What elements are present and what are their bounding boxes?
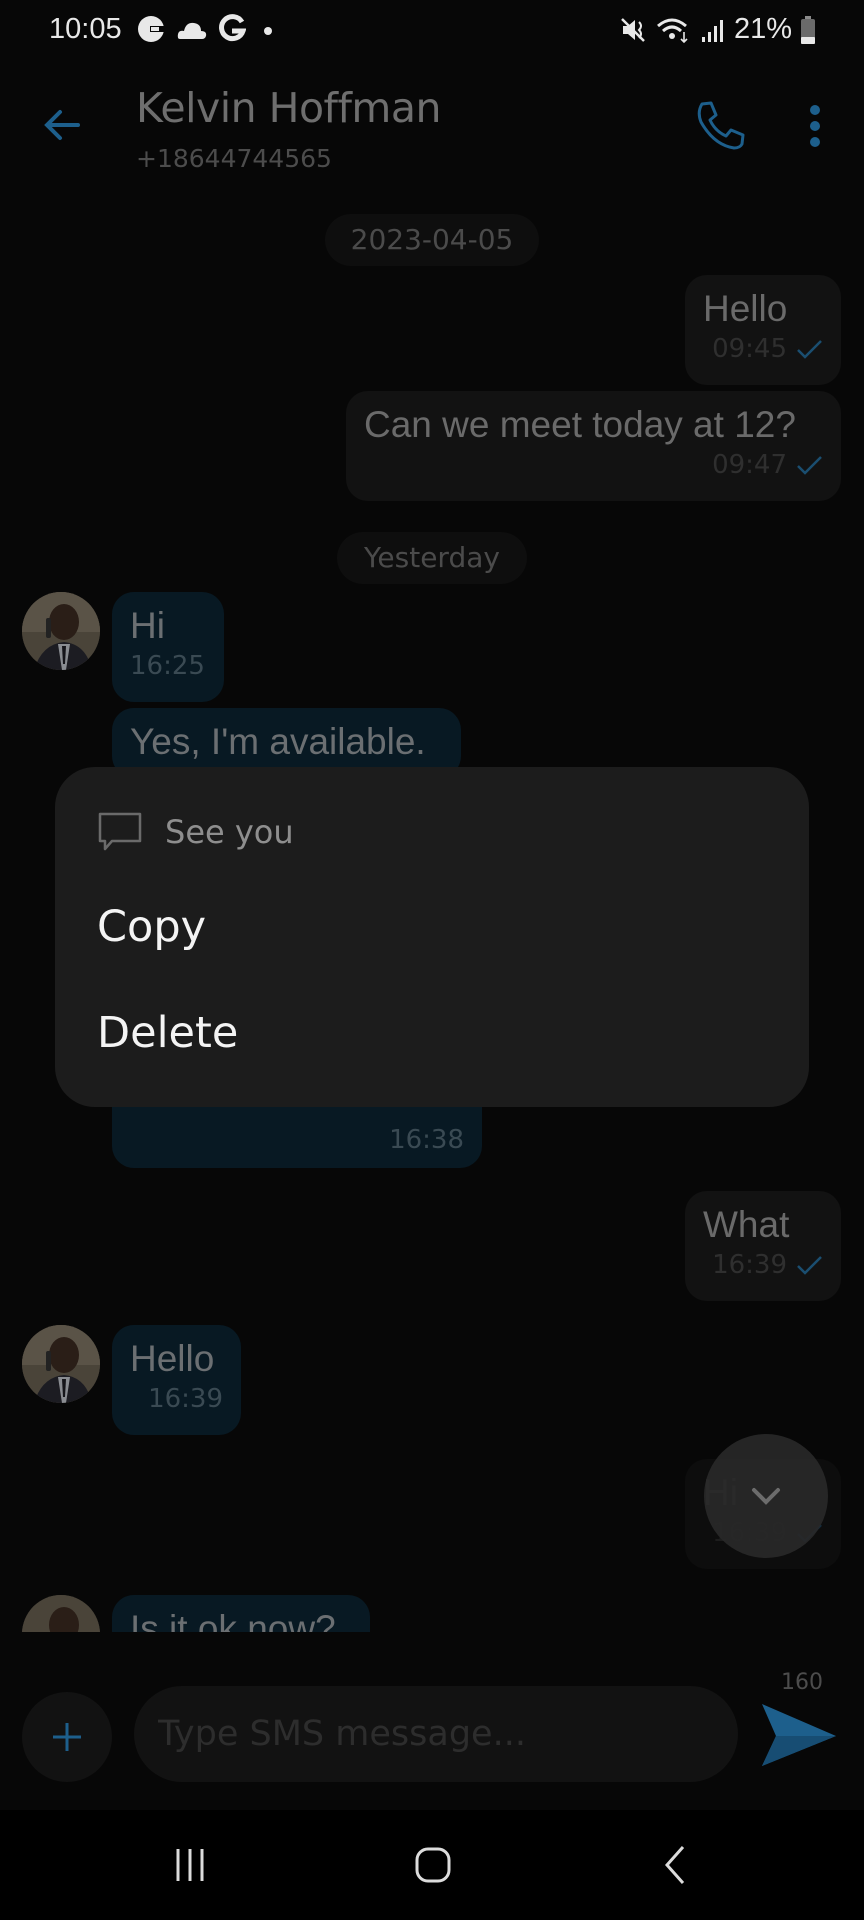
- context-menu-preview-text: See you: [165, 813, 294, 851]
- recent-apps-button[interactable]: [160, 1840, 220, 1890]
- message-bubble-incoming[interactable]: Hello 16:39: [112, 1325, 241, 1435]
- chevron-down-icon: [752, 1488, 780, 1505]
- more-vertical-icon: [810, 105, 820, 147]
- message-time: 09:45: [712, 334, 787, 364]
- partially-visible-message: Is it ok now?: [0, 1590, 864, 1632]
- home-button[interactable]: [403, 1840, 463, 1890]
- message-composer: 160: [0, 1632, 864, 1810]
- call-button[interactable]: [692, 98, 748, 154]
- scroll-to-bottom-button[interactable]: [704, 1434, 828, 1558]
- avatar-photo: [22, 1325, 100, 1403]
- mute-icon: [621, 17, 645, 42]
- message-text: Is it ok now?: [130, 1608, 336, 1632]
- context-menu-preview: See you: [97, 811, 294, 853]
- message-context-menu: See you Copy Delete: [55, 767, 809, 1107]
- contact-name: Kelvin Hoffman: [136, 84, 441, 132]
- message-bubble-incoming[interactable]: Hi 16:25: [112, 592, 224, 702]
- message-bubble-outgoing[interactable]: Can we meet today at 12? 09:47: [346, 391, 841, 501]
- google-g-icon: [219, 14, 246, 42]
- battery-percent: 21%: [733, 13, 792, 45]
- message-text: Hi: [130, 605, 165, 646]
- message-input[interactable]: [134, 1686, 738, 1782]
- menu-item-copy[interactable]: Copy: [97, 902, 206, 952]
- recent-apps-icon: [176, 1849, 204, 1881]
- status-right: 21%: [620, 13, 816, 46]
- battery-icon: [801, 15, 815, 44]
- date-chip: 2023-04-05: [325, 214, 539, 266]
- status-bar: 10:05 21%: [0, 0, 864, 62]
- more-options-button[interactable]: [800, 98, 830, 154]
- add-attachment-button[interactable]: [22, 1692, 112, 1782]
- date-chip: Yesterday: [337, 532, 527, 584]
- menu-item-delete[interactable]: Delete: [97, 1008, 238, 1058]
- home-icon: [415, 1847, 451, 1883]
- plus-icon: [53, 1723, 81, 1751]
- message-bubble-outgoing[interactable]: Hello 09:45: [685, 275, 841, 385]
- message-time: 16:25: [130, 651, 205, 681]
- contact-avatar[interactable]: [22, 592, 100, 670]
- message-bubble-incoming[interactable]: Is it ok now?: [112, 1595, 370, 1632]
- contact-phone: +18644744565: [136, 144, 332, 173]
- back-button[interactable]: [38, 100, 88, 150]
- send-icon: [762, 1704, 836, 1766]
- phone-icon: [697, 101, 745, 150]
- check-icon: [797, 1256, 822, 1275]
- message-text: Hello: [130, 1338, 215, 1379]
- message-bubble-outgoing[interactable]: What 16:39: [685, 1191, 841, 1301]
- google-icon: [138, 16, 164, 42]
- message-text: Hello: [703, 288, 788, 329]
- message-time: 09:47: [712, 450, 787, 480]
- status-time: 10:05: [49, 13, 122, 45]
- chevron-left-icon: [664, 1846, 685, 1884]
- message-text: What: [703, 1204, 790, 1245]
- check-icon: [797, 340, 822, 359]
- check-icon: [797, 456, 822, 475]
- message-time: 16:39: [712, 1250, 787, 1280]
- notification-icons: [136, 14, 276, 44]
- signal-icon: [701, 19, 723, 42]
- wifi-icon: [656, 18, 688, 43]
- cloud-icon: [177, 22, 207, 39]
- dot-icon: [264, 27, 272, 35]
- message-time: 16:39: [148, 1384, 223, 1414]
- message-bubble-icon: [98, 812, 142, 851]
- message-text: Can we meet today at 12?: [364, 404, 796, 445]
- message-time: 16:38: [389, 1125, 464, 1155]
- char-counter: 160: [781, 1670, 823, 1695]
- send-button[interactable]: [758, 1702, 838, 1768]
- system-back-button[interactable]: [645, 1840, 705, 1890]
- system-navigation-bar: [0, 1810, 864, 1920]
- contact-avatar[interactable]: [22, 1325, 100, 1403]
- avatar-photo: [22, 1595, 100, 1632]
- message-text: Yes, I'm available.: [130, 721, 426, 762]
- contact-avatar[interactable]: [22, 1595, 100, 1632]
- conversation-header: Kelvin Hoffman +18644744565: [0, 62, 864, 182]
- avatar-photo: [22, 592, 100, 670]
- arrow-left-icon: [44, 110, 80, 140]
